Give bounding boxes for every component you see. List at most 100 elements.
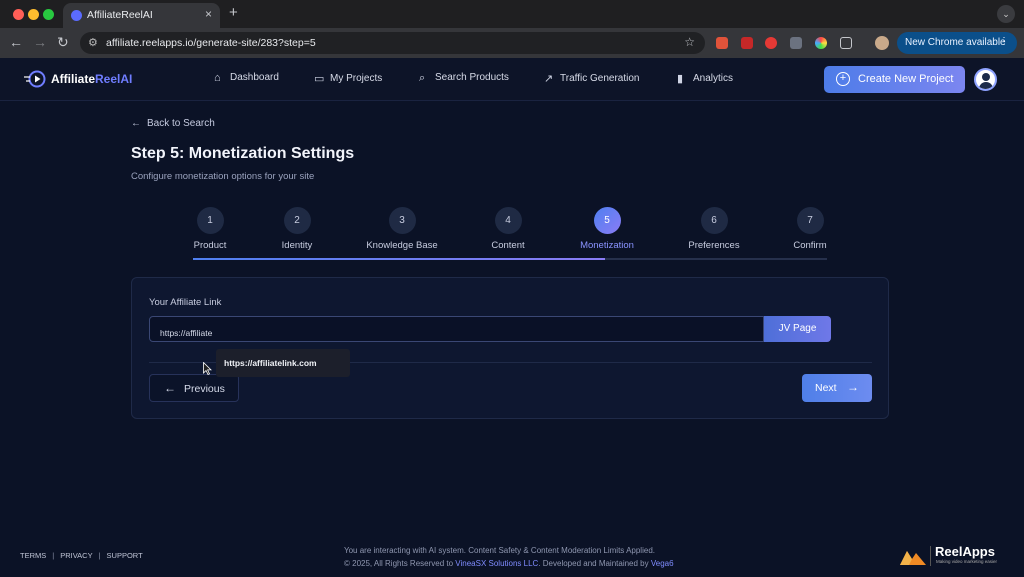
footer-support-link[interactable]: SUPPORT (107, 551, 143, 560)
nav-search-products-label: Search Products (435, 72, 509, 83)
extensions-puzzle-icon[interactable] (840, 37, 852, 49)
page-subtitle: Configure monetization options for your … (131, 171, 315, 182)
more-vertical-icon[interactable]: ⋮ (999, 36, 1009, 47)
forward-arrow-icon[interactable]: → (33, 34, 47, 50)
browser-tab-bar: AffiliateReelAI × + ⌄ (0, 0, 1024, 28)
step-number: 2 (283, 207, 311, 234)
back-to-search-label: Back to Search (147, 118, 215, 129)
arrow-right-icon: → (847, 380, 859, 394)
extension-icon[interactable] (716, 37, 728, 49)
nav-my-projects[interactable]: ▭ My Projects (314, 72, 382, 85)
nav-search-products[interactable]: ⌕ Search Products (419, 72, 509, 85)
step-preferences[interactable]: 6 Preferences (664, 207, 764, 251)
tab-favicon-icon (71, 10, 82, 21)
next-label: Next (815, 382, 837, 394)
step-number: 3 (388, 207, 416, 234)
step-knowledge-base[interactable]: 3 Knowledge Base (352, 207, 452, 251)
nav-dashboard[interactable]: ⌂ Dashboard (214, 72, 279, 84)
footer-developer-link[interactable]: Vega6 (651, 559, 674, 568)
reload-icon[interactable]: ↻ (57, 34, 69, 51)
footer-company-link[interactable]: VineaSX Solutions LLC (455, 559, 538, 568)
footer-separator: | (52, 551, 55, 560)
chrome-update-button[interactable]: New Chrome available ⋮ (897, 32, 1017, 54)
logo-mark-icon (24, 70, 46, 88)
home-icon: ⌂ (214, 72, 221, 84)
address-bar[interactable]: ⚙ affiliate.reelapps.io/generate-site/28… (80, 32, 705, 54)
tab-search-chevron-icon[interactable]: ⌄ (997, 5, 1015, 23)
tab-close-icon[interactable]: × (205, 7, 212, 21)
jv-page-button[interactable]: JV Page (764, 316, 831, 342)
step-product[interactable]: 1 Product (160, 207, 260, 251)
mouse-cursor-icon (203, 362, 212, 375)
tab-title: AffiliateReelAI (87, 9, 153, 21)
adblock-extension-icon[interactable] (765, 37, 777, 49)
logo-text: AffiliateReelAI (51, 72, 132, 86)
footer-separator: | (98, 551, 101, 560)
step-label: Confirm (793, 240, 827, 251)
step-label: Preferences (688, 240, 740, 251)
step-confirm[interactable]: 7 Confirm (760, 207, 860, 251)
maximize-window-button[interactable] (43, 9, 54, 20)
nav-traffic-generation[interactable]: ↗ Traffic Generation (544, 72, 639, 85)
back-to-search-link[interactable]: ← Back to Search (131, 118, 215, 129)
step-monetization[interactable]: 5 Monetization (557, 207, 657, 251)
previous-button[interactable]: ← Previous (149, 374, 239, 402)
footer-notice: You are interacting with AI system. Cont… (344, 544, 674, 570)
brand-divider (930, 546, 931, 566)
page-title: Step 5: Monetization Settings (131, 145, 355, 162)
step-number: 7 (796, 207, 824, 234)
new-tab-button[interactable]: + (229, 4, 238, 21)
minimize-window-button[interactable] (28, 9, 39, 20)
step-label: Product (193, 240, 227, 251)
site-info-icon[interactable]: ⚙ (88, 36, 98, 49)
avatar-body (979, 82, 993, 89)
browser-profile-avatar[interactable] (875, 36, 889, 50)
step-number: 5 (593, 207, 621, 234)
footer-privacy-link[interactable]: PRIVACY (60, 551, 92, 560)
affiliate-link-label: Your Affiliate Link (149, 297, 222, 308)
create-new-project-label: Create New Project (858, 73, 954, 85)
app-header: AffiliateReelAI ⌂ Dashboard ▭ My Projects … (0, 58, 1024, 101)
step-label: Monetization (580, 240, 634, 251)
extension-icon[interactable] (741, 37, 753, 49)
arrow-left-icon: ← (164, 381, 176, 395)
bar-chart-icon: ▮ (677, 73, 684, 85)
logo-text-accent: ReelAI (95, 72, 133, 86)
autocomplete-suggestion[interactable]: https://affiliatelink.com (216, 349, 350, 377)
close-window-button[interactable] (13, 9, 24, 20)
footer-notice-line2: © 2025, All Rights Reserved to VineaSX S… (344, 557, 674, 570)
extension-icon[interactable] (790, 37, 802, 49)
previous-label: Previous (184, 383, 225, 395)
avatar-head (982, 73, 990, 81)
brand-name: ReelApps (935, 544, 995, 559)
browser-tab[interactable]: AffiliateReelAI × (63, 3, 220, 28)
footer-terms-link[interactable]: TERMS (20, 551, 46, 560)
nav-dashboard-label: Dashboard (230, 72, 279, 83)
step-progress: 1 Product 2 Identity 3 Knowledge Base 4 … (190, 207, 830, 263)
monetization-card: Your Affiliate Link JV Page ← Previous N… (131, 277, 889, 419)
folder-icon: ▭ (314, 73, 325, 85)
user-avatar[interactable] (974, 68, 997, 91)
step-label: Knowledge Base (366, 240, 438, 251)
step-identity[interactable]: 2 Identity (247, 207, 347, 251)
trending-up-icon: ↗ (544, 73, 554, 85)
address-url[interactable]: affiliate.reelapps.io/generate-site/283?… (106, 37, 316, 49)
search-icon: ⌕ (419, 72, 426, 84)
step-content[interactable]: 4 Content (458, 207, 558, 251)
nav-analytics[interactable]: ▮ Analytics (677, 72, 733, 85)
arrow-left-icon: ← (131, 118, 141, 129)
brand-tagline: Making video marketing easier (936, 559, 998, 564)
bookmark-star-icon[interactable]: ☆ (684, 35, 695, 49)
step-number: 1 (196, 207, 224, 234)
step-progress-track (193, 258, 827, 260)
step-number: 4 (494, 207, 522, 234)
step-label: Content (491, 240, 525, 251)
next-button[interactable]: Next → (802, 374, 872, 402)
step-number: 6 (700, 207, 728, 234)
affiliate-link-input[interactable] (149, 316, 764, 342)
footer-links: TERMS | PRIVACY | SUPPORT (20, 551, 143, 560)
create-new-project-button[interactable]: + Create New Project (824, 66, 965, 93)
plus-circle-icon: + (836, 72, 850, 86)
color-extension-icon[interactable] (815, 37, 827, 49)
back-arrow-icon[interactable]: ← (9, 34, 23, 50)
